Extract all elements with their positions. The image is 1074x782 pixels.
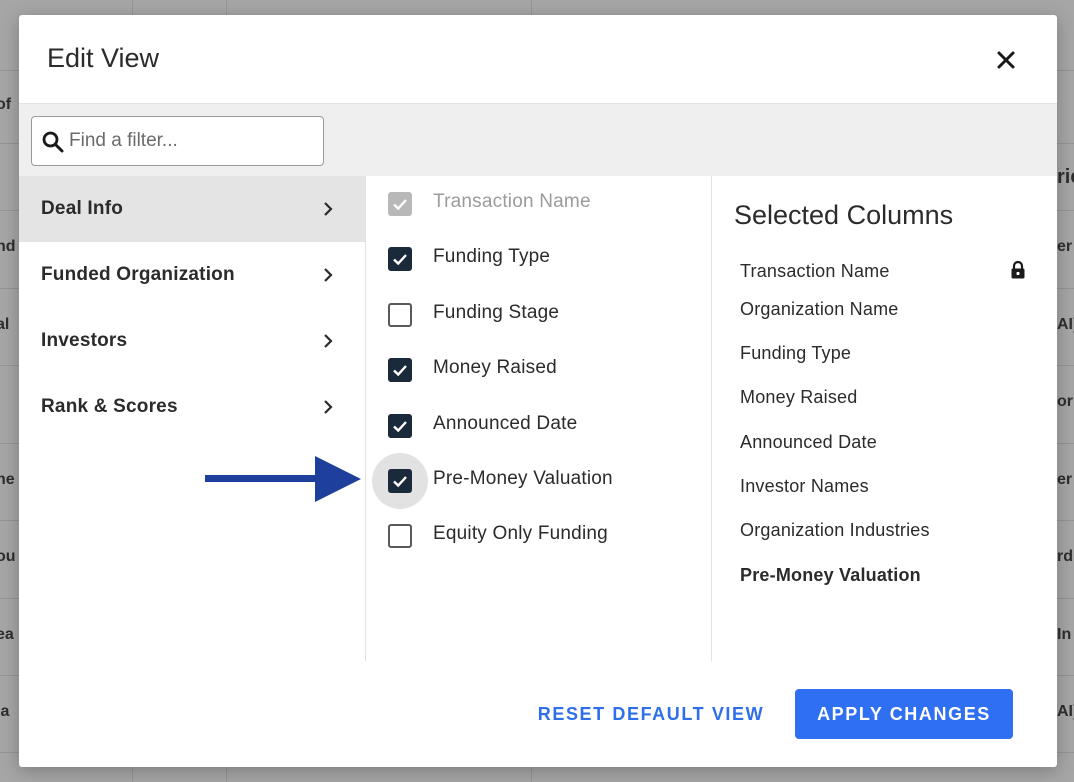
check-icon [393, 365, 407, 377]
option-equity-only-funding[interactable]: Equity Only Funding [366, 508, 711, 563]
selected-item[interactable]: Investor Names [740, 476, 869, 497]
option-label: Pre-Money Valuation [433, 467, 613, 489]
reset-default-view-button[interactable]: RESET DEFAULT VIEW [531, 695, 771, 733]
close-icon [997, 51, 1015, 69]
category-investors[interactable]: Investors [19, 308, 365, 374]
chevron-right-icon [324, 202, 333, 216]
option-label: Funding Type [433, 246, 551, 268]
checkbox[interactable] [388, 468, 412, 493]
option-label: Announced Date [433, 412, 578, 434]
checkbox[interactable] [388, 358, 412, 383]
chevron-right-icon [324, 400, 333, 414]
option-funding-stage[interactable]: Funding Stage [366, 287, 711, 342]
selected-item[interactable]: Organization Name [740, 299, 898, 320]
bg-cell-fragment: ia [0, 703, 10, 720]
bg-cell-fragment: or [1057, 393, 1073, 410]
checkbox[interactable] [388, 302, 412, 327]
option-label: Money Raised [433, 357, 557, 379]
category-rank-scores[interactable]: Rank & Scores [19, 374, 365, 440]
selected-columns-title: Selected Columns [734, 200, 954, 230]
annotation-arrow-icon [205, 456, 361, 502]
category-deal-info[interactable]: Deal Info [19, 176, 365, 242]
checkbox[interactable] [388, 247, 412, 272]
lock-icon [1011, 260, 1025, 279]
option-label: Equity Only Funding [433, 523, 608, 545]
bg-cell-fragment: ne [0, 471, 15, 488]
selected-item[interactable]: Money Raised [740, 387, 857, 408]
chevron-right-icon [324, 334, 333, 348]
bg-cell-fragment: er [1057, 471, 1073, 488]
checkbox[interactable] [388, 524, 412, 549]
bg-cell-fragment: rie [1057, 166, 1074, 188]
option-label: Transaction Name [433, 191, 591, 212]
column-divider [711, 176, 712, 661]
checkbox [388, 192, 412, 216]
bg-cell-fragment: nd [0, 238, 16, 255]
check-icon [393, 199, 407, 211]
bg-cell-fragment: In [1057, 626, 1072, 643]
bg-cell-fragment: AI) [1057, 316, 1074, 333]
bg-cell-fragment: AI) [1057, 703, 1074, 720]
check-icon [393, 420, 407, 432]
bg-cell-fragment: rd [1057, 548, 1073, 565]
bg-cell-fragment: of [0, 96, 12, 113]
option-label: Funding Stage [433, 301, 560, 323]
bg-cell-fragment: er [1057, 238, 1073, 255]
search-icon [42, 131, 64, 153]
category-label: Deal Info [41, 198, 124, 219]
selected-item[interactable]: Organization Industries [740, 520, 930, 541]
option-money-raised[interactable]: Money Raised [366, 342, 711, 397]
search-input[interactable] [69, 127, 314, 155]
option-announced-date[interactable]: Announced Date [366, 398, 711, 453]
checkbox[interactable] [388, 413, 412, 438]
selected-item[interactable]: Pre-Money Valuation [740, 565, 921, 586]
option-list: Transaction Name Funding Type Funding St… [366, 176, 711, 564]
close-button[interactable] [991, 45, 1021, 75]
filter-bar [19, 103, 1057, 176]
selected-item[interactable]: Announced Date [740, 432, 877, 453]
category-funded-organization[interactable]: Funded Organization [19, 242, 365, 308]
category-label: Funded Organization [41, 264, 235, 285]
edit-view-dialog: Edit View Deal Info Funded Organization … [19, 15, 1057, 767]
bg-cell-fragment: ou [0, 548, 16, 565]
check-icon [393, 254, 407, 266]
selected-item[interactable]: Funding Type [740, 343, 851, 364]
apply-changes-button[interactable]: APPLY CHANGES [795, 689, 1013, 739]
category-list: Deal Info Funded Organization Investors … [19, 176, 365, 440]
option-funding-type[interactable]: Funding Type [366, 231, 711, 286]
check-icon [393, 476, 407, 488]
bg-cell-fragment: ea [0, 626, 14, 643]
chevron-right-icon [324, 268, 333, 282]
dialog-title: Edit View [47, 43, 160, 73]
bg-cell-fragment: al [0, 316, 10, 333]
category-label: Rank & Scores [41, 396, 178, 417]
selected-item: Transaction Name [740, 261, 890, 281]
option-pre-money-valuation[interactable]: Pre-Money Valuation [366, 452, 711, 509]
category-label: Investors [41, 330, 128, 351]
option-transaction-name: Transaction Name [366, 176, 711, 231]
search-field[interactable] [31, 116, 324, 166]
